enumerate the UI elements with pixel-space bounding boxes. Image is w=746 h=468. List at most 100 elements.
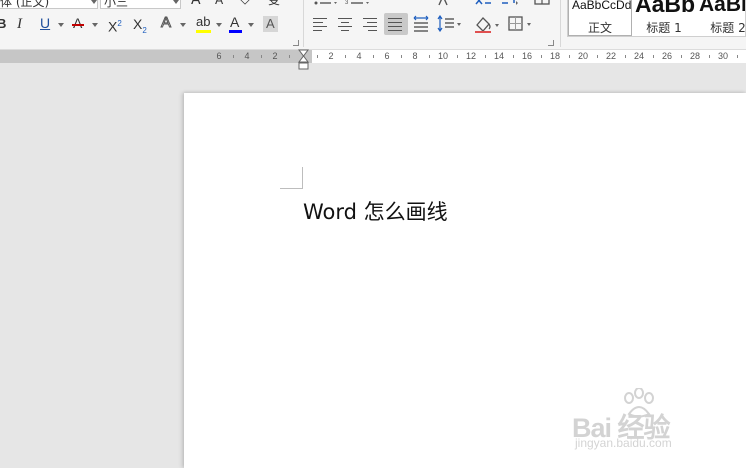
ruler-tick [233, 55, 234, 58]
ruler-label: 10 [437, 51, 448, 61]
font-name-dropdown-icon[interactable] [91, 0, 97, 4]
ruler-label: 14 [493, 51, 504, 61]
font-color-bar [229, 30, 242, 33]
bullets-icon[interactable] [313, 0, 339, 6]
ruler-tick [457, 55, 458, 58]
strikethrough-glyph: A [73, 15, 83, 31]
ruler-tick [625, 55, 626, 58]
align-left-button[interactable] [313, 17, 329, 32]
clear-format-button[interactable]: ◇ [240, 0, 250, 8]
text-effect-dropdown-icon[interactable] [180, 23, 186, 27]
align-center-button[interactable] [338, 17, 354, 32]
font-color-dropdown-icon[interactable] [248, 23, 254, 27]
ruler-tick [345, 55, 346, 58]
ribbon: 体 (正文) 小三 A A ◇ 变 B I U A X2 X2 A ab A A… [0, 0, 746, 50]
align-right-button[interactable] [363, 17, 379, 32]
strikethrough-button[interactable]: A [72, 15, 84, 31]
highlight-dropdown-icon[interactable] [216, 23, 222, 27]
highlight-color-bar [196, 30, 211, 33]
ruler-tick [373, 55, 374, 58]
ruler-tick [709, 55, 710, 58]
text-effect-button[interactable]: A [160, 14, 171, 31]
justify-button[interactable] [388, 17, 404, 32]
subscript-button[interactable]: X2 [133, 16, 147, 39]
font-size-dropdown-icon[interactable] [173, 0, 179, 4]
borders-icon[interactable] [507, 15, 535, 32]
phonetic-guide-button[interactable]: 变 [268, 0, 280, 8]
subscript-glyph: X [133, 16, 143, 32]
ruler-label: 26 [661, 51, 672, 61]
subscript-mark: 2 [142, 25, 147, 35]
ruler-tick [513, 55, 514, 58]
sort-icon[interactable] [473, 0, 493, 6]
ruler-tick [653, 55, 654, 58]
ruler-tick [569, 55, 570, 58]
document-text[interactable]: Word 怎么画线 [303, 196, 448, 226]
ruler-tick [597, 55, 598, 58]
underline-dropdown-icon[interactable] [58, 23, 64, 27]
style-normal-sample: AaBbCcDd [572, 0, 632, 12]
ruler-tick [317, 55, 318, 58]
bold-button[interactable]: B [0, 16, 6, 32]
font-size-value: 小三 [104, 0, 129, 9]
highlight-button[interactable]: ab [196, 14, 211, 33]
style-normal[interactable]: AaBbCcDd 正文 [568, 0, 632, 36]
style-heading-1-name: 标题 1 [646, 21, 682, 35]
ruler-label: 28 [689, 51, 700, 61]
shrink-font-button[interactable]: A [215, 0, 223, 8]
paragraph-group-separator [560, 0, 561, 47]
font-dialog-launcher-icon[interactable] [293, 40, 299, 46]
ruler-label: 2 [272, 51, 278, 61]
numbering-icon[interactable]: 3 [345, 0, 371, 6]
highlight-glyph: ab [196, 14, 211, 29]
ruler-tick [681, 55, 682, 58]
style-heading-2[interactable]: AaBb 标题 2 [696, 0, 746, 36]
ruler-label: 16 [521, 51, 532, 61]
style-heading-2-name: 标题 2 [710, 21, 746, 35]
ruler-label: 20 [577, 51, 588, 61]
ruler-tick [289, 55, 290, 58]
font-group-separator [303, 0, 304, 47]
ruler-label: 30 [717, 51, 728, 61]
ruler-label: 6 [384, 51, 390, 61]
superscript-button[interactable]: X2 [108, 16, 122, 35]
paragraph-dialog-launcher-icon[interactable] [548, 40, 554, 46]
show-marks-icon[interactable] [532, 0, 552, 6]
character-shading-button[interactable]: A [263, 16, 278, 32]
watermark-url: jingyan.baidu.com [575, 436, 672, 450]
font-name-value: 体 (正文) [0, 0, 50, 9]
underline-button[interactable]: U [40, 15, 50, 31]
ruler-label: 12 [465, 51, 476, 61]
font-size-list-icon[interactable] [436, 0, 452, 6]
indent-marker-icon[interactable] [298, 49, 309, 70]
style-heading-2-sample: AaBb [699, 0, 745, 16]
superscript-glyph: X [108, 18, 118, 35]
ruler-label: 4 [356, 51, 362, 61]
distributed-align-icon[interactable] [412, 15, 430, 32]
paragraph-shading-icon[interactable] [473, 14, 501, 34]
ruler-label: 18 [549, 51, 560, 61]
horizontal-ruler[interactable]: 6 4 2 2 4 6 8 10 12 14 16 18 20 22 24 26 28 30 [0, 50, 746, 63]
font-color-glyph: A [230, 14, 240, 30]
strike-line-icon [72, 24, 84, 26]
grow-font-button[interactable]: A [191, 0, 201, 8]
ruler-label: 22 [605, 51, 616, 61]
ruler-label: 24 [633, 51, 644, 61]
ruler-tick [485, 55, 486, 58]
strikethrough-dropdown-icon[interactable] [92, 23, 98, 27]
superscript-mark: 2 [117, 19, 122, 28]
ruler-tick [737, 55, 738, 58]
italic-button[interactable]: I [17, 16, 22, 32]
decrease-indent-icon[interactable] [500, 0, 520, 6]
font-color-button[interactable]: A [229, 14, 242, 33]
ruler-tick [261, 55, 262, 58]
ruler-label: 8 [412, 51, 418, 61]
font-size-combo[interactable]: 小三 [100, 0, 181, 9]
ruler-tick [401, 55, 402, 58]
style-normal-name: 正文 [587, 21, 612, 35]
style-heading-1[interactable]: AaBb 标题 1 [632, 0, 696, 36]
font-name-combo[interactable]: 体 (正文) [0, 0, 98, 9]
margin-corner-mark [280, 167, 303, 189]
line-spacing-icon[interactable] [437, 15, 463, 32]
ruler-label: 4 [244, 51, 250, 61]
